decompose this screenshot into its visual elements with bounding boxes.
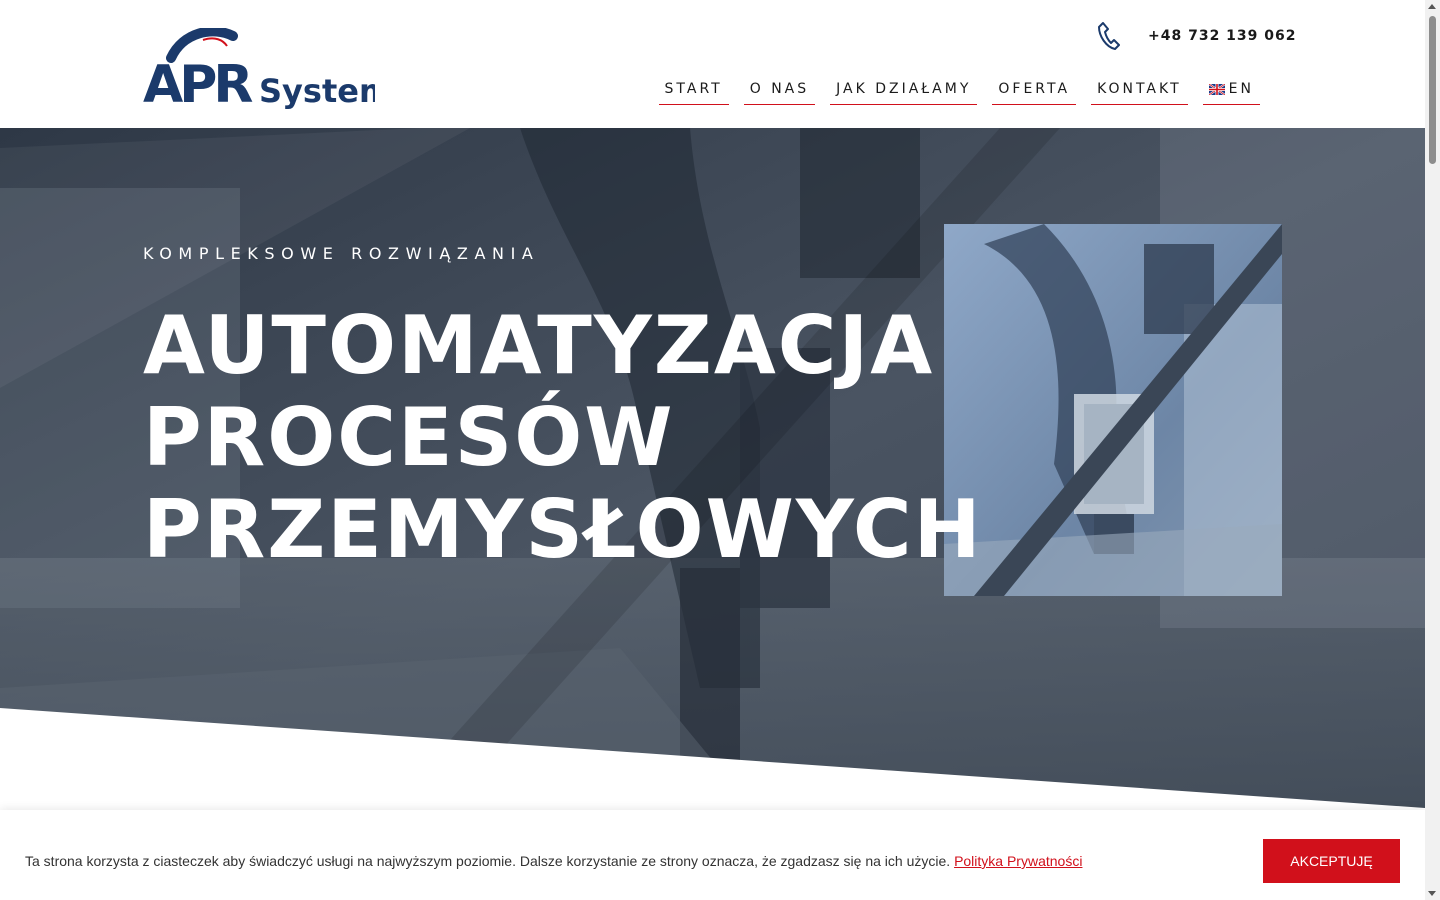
headline-line-3: PRZEMYSŁOWYCH <box>143 483 983 576</box>
cookie-message: Ta strona korzysta z ciasteczek aby świa… <box>25 853 1082 869</box>
nav-o-nas[interactable]: O NAS <box>743 80 816 105</box>
scroll-up-arrow-icon[interactable] <box>1428 4 1436 9</box>
hero-eyebrow: KOMPLEKSOWE ROZWIĄZANIA <box>143 244 540 263</box>
nav-start[interactable]: START <box>658 80 729 105</box>
svg-text:System: System <box>259 72 375 110</box>
headline-line-2: PROCESÓW <box>143 391 675 484</box>
nav-language-en[interactable]: EN <box>1202 80 1260 105</box>
nav-jak-dzialamy[interactable]: JAK DZIAŁAMY <box>830 80 978 105</box>
scroll-down-arrow-icon[interactable] <box>1428 891 1436 896</box>
phone-number[interactable]: +48 732 139 062 <box>1148 28 1297 44</box>
site-header: APR System +48 732 139 062 START O NAS J… <box>0 0 1425 128</box>
cookie-text: Ta strona korzysta z ciasteczek aby świa… <box>25 853 951 869</box>
nav-oferta[interactable]: OFERTA <box>992 80 1077 105</box>
privacy-policy-link[interactable]: Polityka Prywatności <box>954 853 1082 869</box>
hero-headline: AUTOMATYZACJA PROCESÓW PRZEMYSŁOWYCH <box>143 300 983 576</box>
scroll-thumb[interactable] <box>1429 16 1436 164</box>
phone-icon <box>1098 22 1120 50</box>
cookie-consent-bar: Ta strona korzysta z ciasteczek aby świa… <box>0 810 1425 900</box>
uk-flag-icon <box>1208 83 1225 95</box>
language-label: EN <box>1228 81 1254 97</box>
svg-text:APR: APR <box>143 55 252 112</box>
nav-kontakt[interactable]: KONTAKT <box>1091 80 1188 105</box>
page-scrollbar[interactable] <box>1425 0 1440 900</box>
hero-machine-photo <box>944 224 1282 596</box>
apr-system-logo[interactable]: APR System <box>143 28 375 112</box>
phone-contact[interactable]: +48 732 139 062 <box>1096 20 1297 52</box>
main-nav: START O NAS JAK DZIAŁAMY OFERTA KONTAKT … <box>658 80 1260 105</box>
accept-cookies-button[interactable]: AKCEPTUJĘ <box>1263 839 1400 883</box>
hero-section: KOMPLEKSOWE ROZWIĄZANIA AUTOMATYZACJA PR… <box>0 128 1425 818</box>
headline-line-1: AUTOMATYZACJA <box>143 299 935 392</box>
